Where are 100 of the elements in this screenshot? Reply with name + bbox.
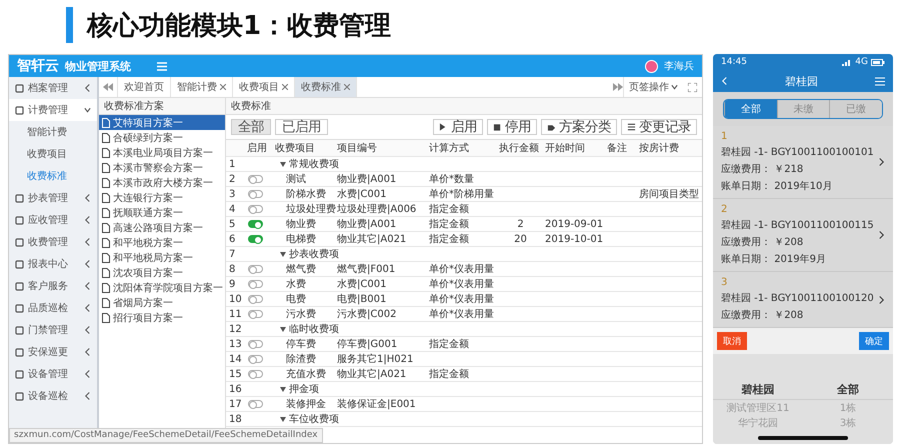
close-icon[interactable] xyxy=(220,84,226,90)
toggle-switch[interactable] xyxy=(248,220,263,228)
table-cell-text: 停车费 xyxy=(285,338,317,351)
table-cell-text: 装修保证金|E001 xyxy=(336,398,417,411)
chevron-icon xyxy=(84,281,91,291)
fullscreen-icon[interactable] xyxy=(688,82,697,92)
tree-item[interactable]: 艾特项目方案一 xyxy=(99,115,225,130)
tree-item[interactable]: 沈阳体育学院项目方案一 xyxy=(99,280,225,295)
tree-item[interactable]: 大连银行方案一 xyxy=(99,190,225,205)
sidebar-item[interactable]: 报表中心 xyxy=(9,253,97,275)
sidebar-item[interactable]: 客户服务 xyxy=(9,275,97,297)
toggle-switch[interactable] xyxy=(248,280,263,288)
toggle-switch[interactable] xyxy=(248,265,263,273)
table-cell-text: 2 xyxy=(516,218,525,230)
sidebar-subitem[interactable]: 收费标准 xyxy=(9,165,97,187)
sidebar-item[interactable]: 安保巡更 xyxy=(9,341,97,363)
sidebar-item[interactable]: 设备巡检 xyxy=(9,385,97,407)
stop-icon xyxy=(493,122,502,132)
row-number: 16 xyxy=(228,384,243,394)
toggle-switch[interactable] xyxy=(248,205,263,213)
sidebar-item[interactable]: 收费管理 xyxy=(9,231,97,253)
tree-item[interactable]: 合硕绿到方案一 xyxy=(99,130,225,145)
column-header: 开始时间 xyxy=(544,142,586,155)
tree-item[interactable]: 沈农项目方案一 xyxy=(99,265,225,280)
toggle-switch[interactable] xyxy=(248,340,263,348)
table-cell-text: 2019-09-01 xyxy=(544,218,604,230)
tree-item[interactable]: 高速公路项目方案一 xyxy=(99,220,225,235)
sidebar-subitem[interactable]: 收费项目 xyxy=(9,143,97,165)
signal-icon xyxy=(842,58,852,66)
chevron-icon xyxy=(84,215,91,225)
page-tab[interactable]: 智能计费 xyxy=(171,77,233,97)
group-row-label[interactable]: 常规收费项 xyxy=(272,157,496,171)
row-number: 6 xyxy=(228,234,236,244)
toggle-switch[interactable] xyxy=(248,310,263,318)
toggle-switch[interactable] xyxy=(248,235,263,243)
tree-item[interactable]: 本溪市政府大楼方案一 xyxy=(99,175,225,190)
avatar[interactable] xyxy=(645,60,658,72)
group-row-label[interactable]: 临时收费项 xyxy=(272,322,496,336)
table-cell-text: 物业其它|A021 xyxy=(336,232,408,246)
column-header: 收费项目 xyxy=(274,142,316,155)
toggle-switch[interactable] xyxy=(248,295,263,303)
play-icon xyxy=(439,122,448,132)
action-button[interactable]: 方案分类 xyxy=(541,119,617,135)
table-cell-text: 物业费|A001 xyxy=(336,172,398,186)
filter-button[interactable]: 全部 xyxy=(231,119,271,135)
tree-item[interactable]: 本溪电业局项目方案一 xyxy=(99,145,225,160)
toggle-switch[interactable] xyxy=(248,190,263,198)
sidebar-item[interactable]: 设备管理 xyxy=(9,363,97,385)
tree-item[interactable]: 本溪市警察会方案一 xyxy=(99,160,225,175)
picker-column-header: 全部 xyxy=(803,379,893,400)
column-header: 计算方式 xyxy=(428,142,470,155)
group-row-label[interactable]: 车位收费项 xyxy=(272,412,496,426)
tree-item[interactable]: 和平地税方案一 xyxy=(99,235,225,250)
tree-item[interactable]: 省烟局方案一 xyxy=(99,295,225,310)
action-button[interactable]: 启用 xyxy=(433,119,483,135)
table-cell-text: 电费 xyxy=(285,292,307,306)
row-number: 17 xyxy=(228,398,243,410)
confirm-button[interactable]: 确定 xyxy=(859,332,889,350)
module-icon xyxy=(15,84,24,92)
house-code: 碧桂园 -1- BGY1001100100101 xyxy=(721,146,875,159)
brand-name: 智轩云 xyxy=(17,57,59,75)
module-icon xyxy=(15,106,24,114)
column-header: 启用 xyxy=(246,142,268,155)
table-cell-text: 2019-10-01 xyxy=(544,234,604,244)
sidebar-subitem[interactable]: 智能计费 xyxy=(9,121,97,143)
toggle-switch[interactable] xyxy=(248,370,263,378)
row-number: 12 xyxy=(228,324,243,334)
table-cell-text: 装修押金 xyxy=(285,398,327,411)
tree-item[interactable]: 抚顺联通方案一 xyxy=(99,205,225,220)
chevron-icon xyxy=(84,303,91,313)
close-icon[interactable] xyxy=(344,84,350,90)
scroll-right-icon[interactable] xyxy=(613,83,623,91)
toggle-switch[interactable] xyxy=(248,355,263,363)
toggle-switch[interactable] xyxy=(248,400,263,408)
filter-button[interactable]: 已启用 xyxy=(275,119,328,135)
menu-icon[interactable] xyxy=(875,76,885,86)
menu-icon[interactable] xyxy=(157,62,167,70)
tab-menu-button[interactable]: 页签操作 xyxy=(623,77,683,97)
tree-item[interactable]: 招行项目方案一 xyxy=(99,310,225,325)
sidebar-item[interactable]: 抄表管理 xyxy=(9,187,97,209)
sidebar-item[interactable]: 品质巡检 xyxy=(9,297,97,319)
chevron-icon xyxy=(84,347,91,357)
group-row-label[interactable]: 押金项 xyxy=(272,382,496,396)
chevron-icon xyxy=(84,369,91,379)
cancel-button[interactable]: 取消 xyxy=(717,332,747,350)
action-button[interactable]: 变更记录 xyxy=(621,119,697,135)
group-row-label[interactable]: 抄表收费项 xyxy=(272,247,496,261)
sidebar-item[interactable]: 应收管理 xyxy=(9,209,97,231)
sidebar-item[interactable]: 档案管理 xyxy=(9,77,97,99)
toggle-switch[interactable] xyxy=(248,175,263,183)
back-icon xyxy=(721,76,728,86)
tree-item[interactable]: 和平地税局方案一 xyxy=(99,250,225,265)
sidebar-item[interactable]: 门禁管理 xyxy=(9,319,97,341)
page-tab[interactable]: 收费标准 xyxy=(295,77,357,97)
action-button[interactable]: 停用 xyxy=(487,119,537,135)
segment-tab[interactable]: 全部 xyxy=(724,100,777,118)
scroll-left-icon[interactable] xyxy=(103,83,113,91)
close-icon[interactable] xyxy=(282,84,288,90)
sidebar-item[interactable]: 计费管理 xyxy=(9,99,97,121)
page-tab[interactable]: 欢迎首页 xyxy=(118,77,171,97)
